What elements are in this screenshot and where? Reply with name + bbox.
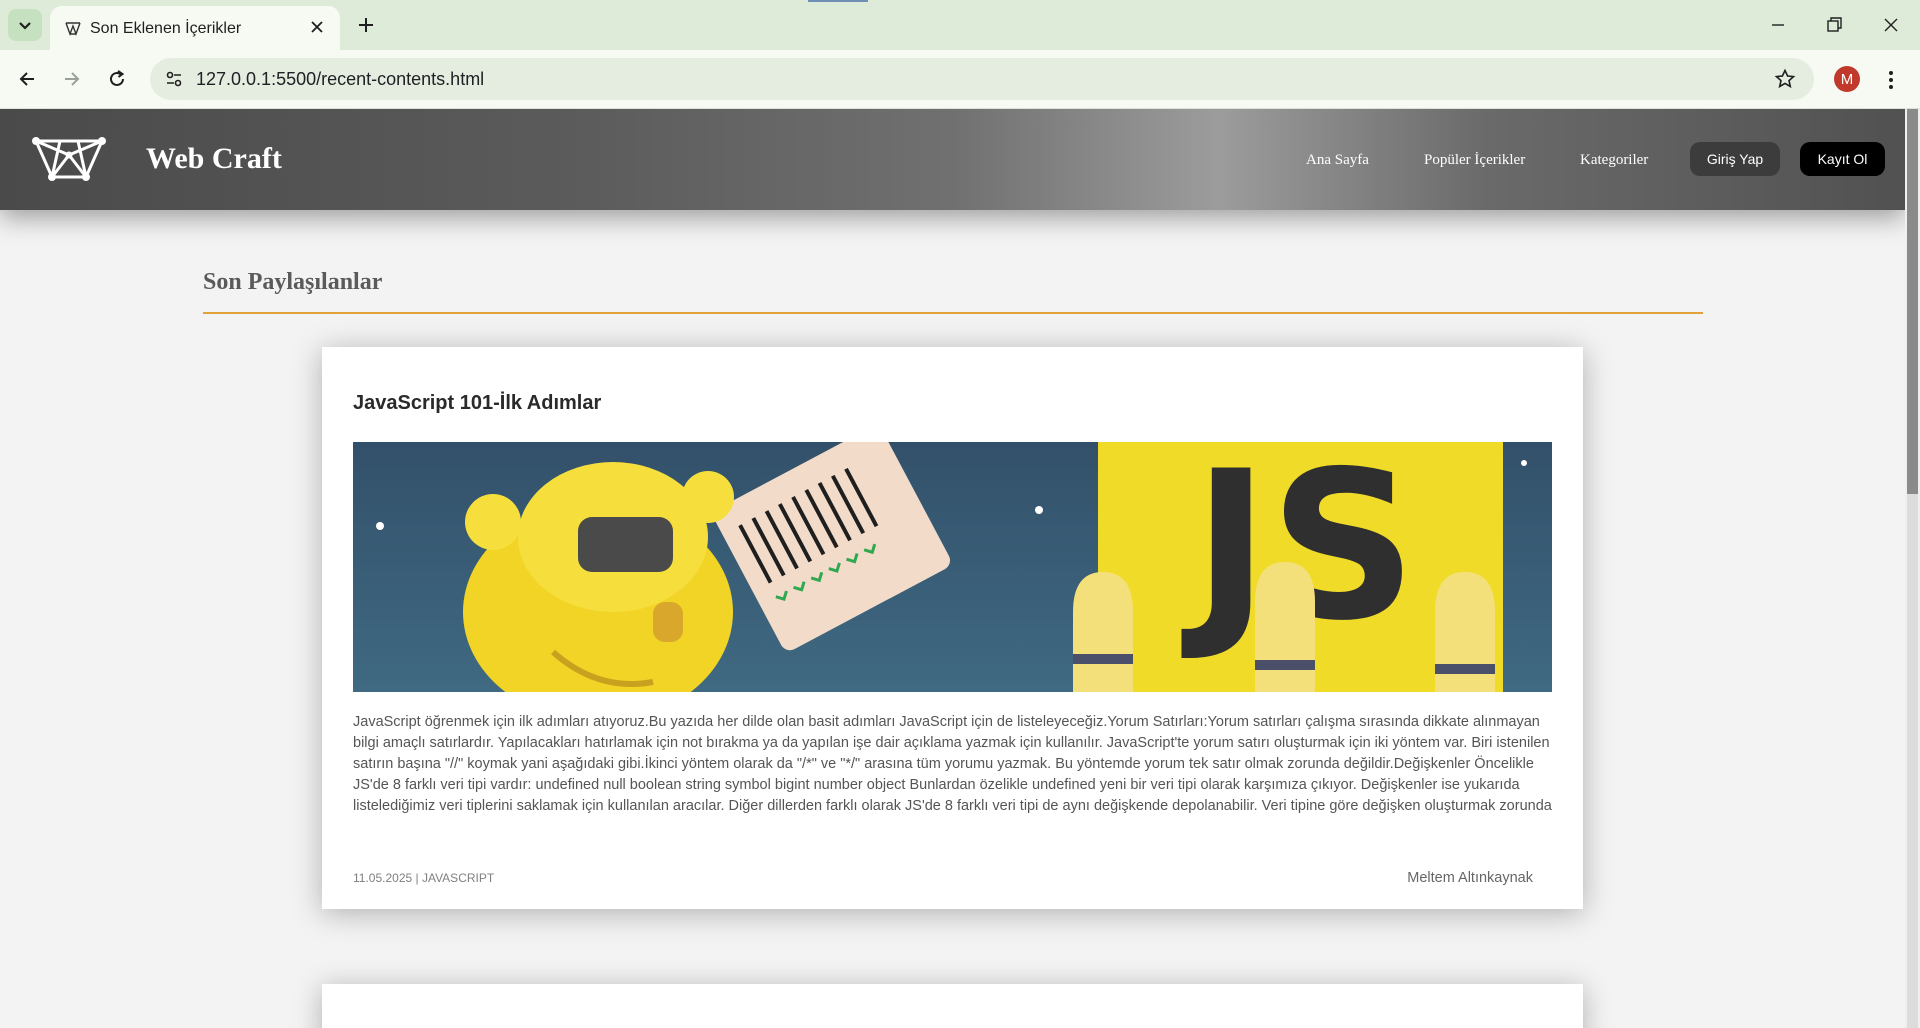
tab-search-button[interactable] <box>8 9 42 41</box>
page-viewport: Web Craft Ana Sayfa Popüler İçerikler Ka… <box>0 109 1905 1028</box>
nav-home-link[interactable]: Ana Sayfa <box>1306 152 1369 169</box>
browser-tab-active[interactable]: Son Eklenen İçerikler <box>50 6 340 50</box>
browser-toolbar: 127.0.0.1:5500/recent-contents.html <box>0 50 1920 109</box>
restore-icon[interactable] <box>1824 15 1844 35</box>
post-cover-image[interactable]: JS <box>353 442 1552 692</box>
brand-name[interactable]: Web Craft <box>146 142 282 176</box>
browser-menu-icon[interactable] <box>1885 68 1897 92</box>
astronaut-js-illustration: JS <box>353 442 1552 692</box>
back-arrow-icon[interactable] <box>16 68 38 90</box>
url-text: 127.0.0.1:5500/recent-contents.html <box>196 69 485 89</box>
post-meta: 11.05.2025 | JAVASCRIPT <box>353 871 495 885</box>
post-card[interactable]: JavaScript 101-İlk Adımlar JS JavaScript… <box>322 347 1583 909</box>
forward-arrow-icon[interactable] <box>61 68 83 90</box>
scrollbar-track[interactable] <box>1907 494 1918 1028</box>
reload-icon[interactable] <box>106 68 128 90</box>
minimize-icon[interactable] <box>1768 15 1788 35</box>
post-author[interactable]: Meltem Altınkaynak <box>1407 870 1533 886</box>
page-scrollbar[interactable] <box>1905 109 1920 1028</box>
bookmark-star-icon[interactable] <box>1774 68 1796 90</box>
section-divider <box>203 312 1703 314</box>
loading-indicator <box>808 0 868 2</box>
new-tab-icon[interactable] <box>356 15 376 35</box>
browser-tab-strip: Son Eklenen İçerikler <box>0 0 1920 50</box>
chevron-down-icon <box>19 22 31 30</box>
section-title: Son Paylaşılanlar <box>203 269 383 295</box>
site-favicon-icon <box>65 22 81 37</box>
close-tab-icon[interactable] <box>308 18 326 36</box>
nav-categories-link[interactable]: Kategoriler <box>1580 152 1648 169</box>
tab-title: Son Eklenen İçerikler <box>90 20 242 37</box>
close-window-icon[interactable] <box>1881 15 1901 35</box>
register-button[interactable]: Kayıt Ol <box>1800 142 1885 176</box>
web-craft-logo-icon[interactable] <box>30 133 108 185</box>
post-card[interactable] <box>322 984 1583 1028</box>
profile-avatar[interactable]: M <box>1834 66 1860 92</box>
site-info-icon[interactable] <box>164 69 184 89</box>
nav-popular-link[interactable]: Popüler İçerikler <box>1424 152 1525 169</box>
post-excerpt: JavaScript öğrenmek için ilk adımları at… <box>353 714 1552 814</box>
login-button[interactable]: Giriş Yap <box>1690 142 1780 176</box>
post-title[interactable]: JavaScript 101-İlk Adımlar <box>353 392 601 415</box>
address-bar[interactable]: 127.0.0.1:5500/recent-contents.html <box>150 58 1814 100</box>
site-header: Web Craft Ana Sayfa Popüler İçerikler Ka… <box>0 109 1905 210</box>
scrollbar-thumb[interactable] <box>1907 109 1918 494</box>
